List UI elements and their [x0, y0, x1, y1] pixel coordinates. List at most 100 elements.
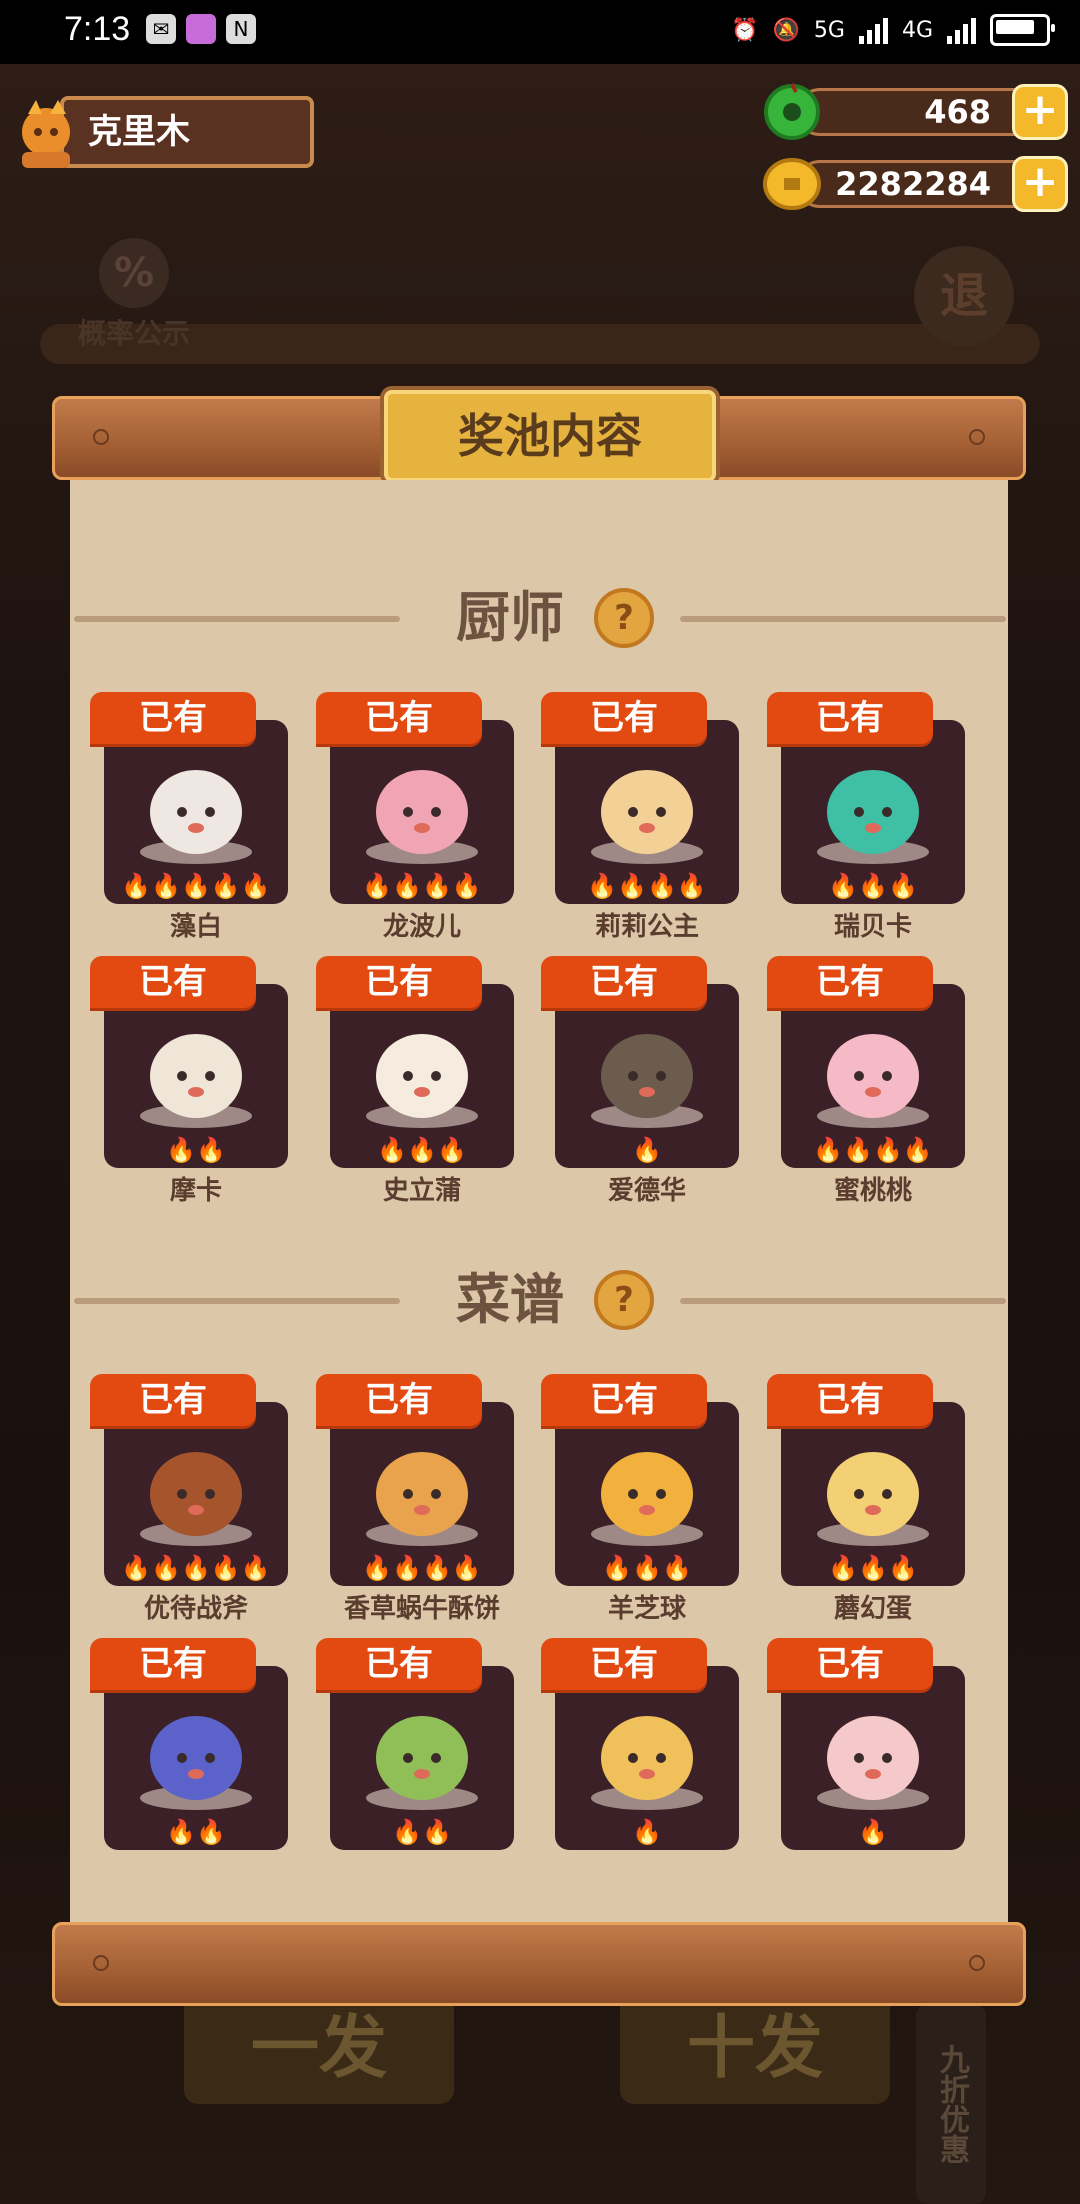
recipe-portrait: 🔥🔥 [104, 1666, 288, 1850]
wechat-icon: ✉ [146, 14, 176, 44]
chef-card[interactable]: 🔥🔥🔥 已有 史立蒲 [316, 956, 514, 1206]
recipe-art-icon [817, 1716, 929, 1810]
chef-portrait: 🔥🔥🔥🔥 [555, 720, 739, 904]
recipe-portrait: 🔥 [555, 1666, 739, 1850]
recipe-card[interactable]: 🔥🔥 已有 [316, 1638, 514, 1850]
add-coins-button[interactable]: + [1012, 156, 1068, 212]
chef-portrait: 🔥🔥🔥 [781, 720, 965, 904]
recipe-rarity-flames: 🔥🔥🔥 [602, 1554, 692, 1582]
discount-badge: 九折优惠 [916, 2004, 986, 2204]
nail-icon [93, 429, 109, 445]
chef-name: 瑞贝卡 [833, 912, 912, 942]
owned-badge: 已有 [90, 692, 256, 744]
chef-portrait: 🔥🔥🔥🔥 [781, 984, 965, 1168]
chef-rarity-flames: 🔥🔥 [166, 1136, 226, 1164]
chef-card[interactable]: 🔥 已有爱德华 [541, 956, 739, 1206]
chefs-section-title: 厨师 [456, 586, 564, 649]
recipes-help-button[interactable]: ? [594, 1270, 654, 1330]
chef-art-icon [140, 1034, 252, 1128]
player-name: 克里木 [60, 96, 314, 168]
status-bar: 7:13 ✉ N ⏰ 🔕 5G 4G [0, 0, 1080, 64]
owned-badge: 已有 [316, 692, 482, 744]
chef-rarity-flames: 🔥🔥🔥 [377, 1136, 467, 1164]
chef-card[interactable]: 🔥🔥🔥🔥 已有 莉莉公主 [541, 692, 739, 942]
recipe-card[interactable]: 🔥🔥🔥🔥🔥 已有 优待战斧 [90, 1374, 288, 1624]
percent-icon: % [99, 238, 169, 308]
chef-art-icon [140, 770, 252, 864]
recipe-portrait: 🔥🔥🔥 [781, 1402, 965, 1586]
chef-card[interactable]: 🔥🔥🔥 已有瑞贝卡 [767, 692, 965, 942]
nail-icon [93, 1955, 109, 1971]
chef-card[interactable]: 🔥🔥🔥🔥 已有龙波儿 [316, 692, 514, 942]
recipe-card[interactable]: 🔥🔥 已有 [90, 1638, 288, 1850]
battery-icon [990, 14, 1055, 46]
owned-badge: 已有 [541, 956, 707, 1008]
recipe-card[interactable]: 🔥🔥🔥 已有 羊芝球 [541, 1374, 739, 1624]
modal-title: 奖池内容 [384, 390, 716, 482]
chef-rarity-flames: 🔥 [632, 1136, 662, 1164]
chef-rarity-flames: 🔥🔥🔥🔥 [813, 1136, 933, 1164]
player-profile[interactable]: 克里木 [8, 96, 314, 170]
mute-icon: 🔕 [772, 17, 800, 43]
recipe-rarity-flames: 🔥🔥🔥 [828, 1554, 918, 1582]
chef-art-icon [366, 1034, 478, 1128]
chef-rarity-flames: 🔥🔥🔥 [828, 872, 918, 900]
player-avatar-icon [22, 100, 70, 168]
coin-amount: 2282284 [796, 160, 1038, 208]
chef-portrait: 🔥🔥🔥🔥🔥 [104, 720, 288, 904]
recipe-name: 羊芝球 [607, 1594, 686, 1624]
chef-rarity-flames: 🔥🔥🔥🔥 [362, 872, 482, 900]
chef-name: 爱德华 [607, 1176, 686, 1206]
ten-draw-button[interactable]: 十发 [620, 1994, 890, 2104]
recipe-art-icon [366, 1716, 478, 1810]
recipe-name: 优待战斧 [143, 1594, 248, 1624]
chef-art-icon [591, 770, 703, 864]
nail-icon [969, 1955, 985, 1971]
chef-card[interactable]: 🔥🔥 已有 摩卡 [90, 956, 288, 1206]
recipe-rarity-flames: 🔥🔥🔥🔥🔥 [121, 1554, 271, 1582]
chef-portrait: 🔥 [555, 984, 739, 1168]
owned-badge: 已有 [316, 1638, 482, 1690]
probability-label: 概率公示 [77, 317, 190, 350]
recipe-card[interactable]: 🔥🔥🔥 已有 蘑幻蛋 [767, 1374, 965, 1624]
signal-icon [858, 16, 888, 44]
chefs-section-header: 厨师 ? [70, 578, 1008, 658]
chef-name: 摩卡 [169, 1176, 222, 1206]
recipes-section-header: 菜谱 ? [70, 1260, 1008, 1340]
recipe-rarity-flames: 🔥 [858, 1818, 888, 1846]
owned-badge: 已有 [316, 1374, 482, 1426]
signal-icon-2 [947, 16, 976, 44]
recipe-card[interactable]: 🔥 已有 [767, 1638, 965, 1850]
chef-name: 藻白 [169, 912, 222, 942]
chef-name: 龙波儿 [382, 912, 461, 942]
chef-art-icon [591, 1034, 703, 1128]
owned-badge: 已有 [90, 1638, 256, 1690]
network-4g-label: 4G [901, 17, 933, 43]
recipe-card[interactable]: 🔥 已有 [541, 1638, 739, 1850]
prize-pool-panel[interactable]: 厨师 ? 🔥🔥🔥🔥🔥 已有 藻白 🔥🔥🔥🔥 已有 龙波儿 🔥🔥🔥🔥 已有 莉莉公主 🔥🔥🔥 已有 瑞贝… [70, 480, 1008, 1924]
recipes-section-title: 菜谱 [456, 1268, 564, 1331]
add-jade-button[interactable]: + [1012, 84, 1068, 140]
recipe-art-icon [591, 1452, 703, 1546]
recipe-rarity-flames: 🔥🔥 [166, 1818, 226, 1846]
jade-counter: 468 + [762, 83, 1068, 140]
single-draw-button[interactable]: 一发 [184, 1994, 454, 2104]
recipe-name: 蘑幻蛋 [833, 1594, 912, 1624]
owned-badge: 已有 [767, 1638, 933, 1690]
jade-amount: 468 [796, 88, 1038, 136]
recipe-card[interactable]: 🔥🔥🔥🔥 已有 香草蜗牛酥饼 [316, 1374, 514, 1624]
chef-art-icon [366, 770, 478, 864]
probability-button[interactable]: % 概率公示 [64, 238, 204, 352]
recipe-rarity-flames: 🔥🔥 [392, 1818, 452, 1846]
exit-button[interactable]: 退 [914, 246, 1014, 346]
chef-art-icon [817, 1034, 929, 1128]
owned-badge: 已有 [767, 692, 933, 744]
chef-name: 莉莉公主 [594, 912, 699, 942]
chef-card[interactable]: 🔥🔥🔥🔥🔥 已有藻白 [90, 692, 288, 942]
chefs-help-button[interactable]: ? [594, 588, 654, 648]
owned-badge: 已有 [541, 1638, 707, 1690]
chef-card[interactable]: 🔥🔥🔥🔥 已有 蜜桃桃 [767, 956, 965, 1206]
recipe-portrait: 🔥🔥🔥🔥🔥 [104, 1402, 288, 1586]
modal-bottom-scroll [52, 1922, 1026, 2006]
chef-portrait: 🔥🔥 [104, 984, 288, 1168]
